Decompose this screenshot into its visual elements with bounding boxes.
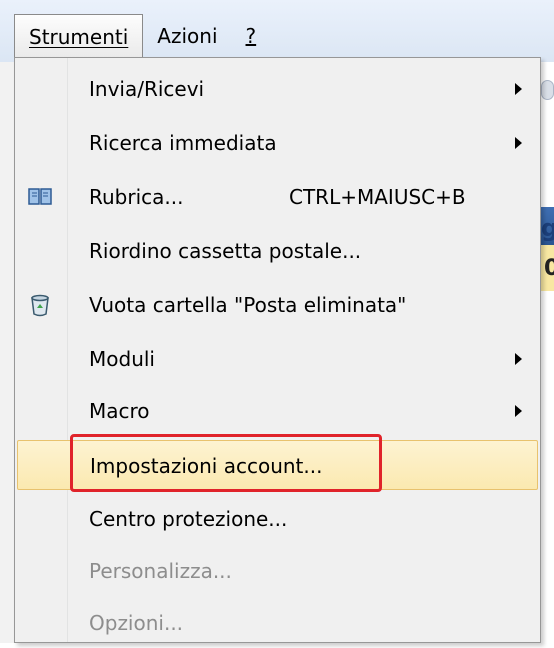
menu-item-label: Macro xyxy=(89,399,150,423)
menu-help-label: ? xyxy=(245,24,257,48)
menu-item-label: Invia/Ricevi xyxy=(89,77,205,101)
menu-item-rubrica[interactable]: Rubrica... CTRL+MAIUSC+B xyxy=(17,172,538,222)
menu-azioni[interactable]: Azioni xyxy=(143,14,231,58)
menu-item-label: Centro protezione... xyxy=(89,507,288,531)
menu-item-ricerca-immediata[interactable]: Ricerca immediata xyxy=(17,118,538,168)
submenu-arrow-icon xyxy=(515,83,522,95)
menu-item-opzioni[interactable]: Opzioni... xyxy=(17,598,538,648)
menu-item-label: Ricerca immediata xyxy=(89,131,277,155)
menu-item-shortcut: CTRL+MAIUSC+B xyxy=(289,185,466,209)
info-text-fragment: 0 xyxy=(544,256,554,281)
menu-item-label: Rubrica... xyxy=(89,185,184,209)
menu-bar: Strumenti Azioni ? xyxy=(14,14,270,58)
recycle-bin-icon xyxy=(27,292,53,318)
menu-azioni-label: Azioni xyxy=(157,24,218,48)
menu-item-label: Vuota cartella "Posta eliminata" xyxy=(89,293,407,317)
highlight-annotation-box xyxy=(70,434,382,492)
menu-item-moduli[interactable]: Moduli xyxy=(17,334,538,384)
left-pane-edge xyxy=(0,62,14,643)
menu-strumenti-label: Strumenti xyxy=(29,25,129,49)
menu-item-invia-ricevi[interactable]: Invia/Ricevi xyxy=(17,64,538,114)
header-text-fragment: g xyxy=(541,214,554,242)
menu-item-label: Moduli xyxy=(89,347,155,371)
strumenti-dropdown-menu: Invia/Ricevi Ricerca immediata Rubrica..… xyxy=(14,57,541,643)
submenu-arrow-icon xyxy=(515,405,522,417)
address-book-icon xyxy=(27,184,53,210)
menu-item-centro-protezione[interactable]: Centro protezione... xyxy=(17,494,538,544)
submenu-arrow-icon xyxy=(515,137,522,149)
menu-item-label: Riordino cassetta postale... xyxy=(89,239,362,263)
menu-strumenti[interactable]: Strumenti xyxy=(14,14,144,58)
menu-help[interactable]: ? xyxy=(232,14,271,58)
menu-item-vuota-cartella[interactable]: Vuota cartella "Posta eliminata" xyxy=(17,280,538,330)
menu-item-riordino-cassetta[interactable]: Riordino cassetta postale... xyxy=(17,226,538,276)
menu-item-label: Personalizza... xyxy=(89,559,232,583)
menu-item-label: Opzioni... xyxy=(89,611,184,635)
submenu-arrow-icon xyxy=(515,353,522,365)
menu-item-macro[interactable]: Macro xyxy=(17,386,538,436)
scroll-button[interactable] xyxy=(541,80,554,100)
right-pane-edge xyxy=(541,62,554,643)
menu-item-personalizza[interactable]: Personalizza... xyxy=(17,546,538,596)
